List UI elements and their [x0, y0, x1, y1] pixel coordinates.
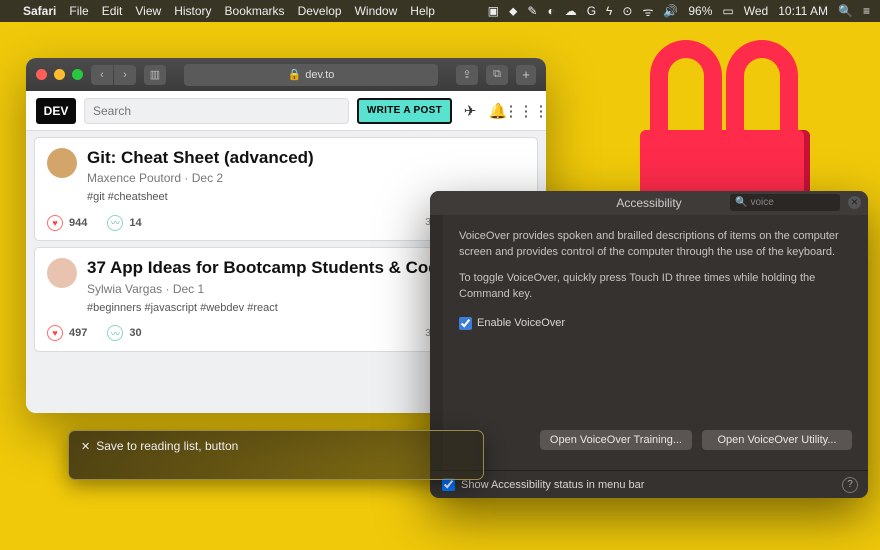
unicorn-icon[interactable]: 〰 — [107, 325, 123, 341]
post-byline: Maxence Poutord · Dec 2 — [87, 171, 525, 185]
open-training-button[interactable]: Open VoiceOver Training... — [540, 430, 692, 450]
clear-search-icon[interactable]: ✕ — [848, 196, 861, 209]
unicorn-count: 30 — [129, 327, 141, 339]
voiceover-description: VoiceOver provides spoken and brailled d… — [459, 229, 852, 261]
devto-logo[interactable]: DEV — [36, 98, 76, 124]
prefs-search[interactable]: 🔍voice — [730, 194, 840, 211]
lock-icon: 🔒 — [288, 68, 302, 81]
cloud-icon[interactable]: ☁ — [565, 4, 577, 18]
connect-icon[interactable]: ✈ — [460, 101, 480, 121]
window-title: Accessibility — [616, 196, 681, 210]
s-icon[interactable]: ϟ — [606, 4, 612, 18]
heart-count: 497 — [69, 327, 87, 339]
unicorn-count: 14 — [129, 217, 141, 229]
accessibility-titlebar: Accessibility 🔍voice ✕ — [430, 191, 868, 215]
devto-header: DEV WRITE A POST ✈ 🔔 ⋮⋮⋮ — [26, 91, 546, 131]
address-bar[interactable]: 🔒 dev.to — [184, 64, 438, 86]
help-button[interactable]: ? — [842, 477, 858, 493]
battery-icon[interactable]: ▭ — [722, 4, 733, 18]
open-utility-button[interactable]: Open VoiceOver Utility... — [702, 430, 852, 450]
sidebar-button[interactable]: ▥ — [144, 65, 166, 85]
menu-window[interactable]: Window — [355, 4, 398, 18]
heart-icon[interactable]: ♥ — [47, 215, 63, 231]
unicorn-icon[interactable]: 〰 — [107, 215, 123, 231]
share-button[interactable]: ⇪ — [456, 65, 478, 85]
safari-toolbar: ‹ › ▥ 🔒 dev.to ⇪ ⧉ + — [26, 58, 546, 91]
write-post-button[interactable]: WRITE A POST — [357, 98, 452, 124]
accessibility-footer: Show Accessibility status in menu bar ? — [430, 470, 868, 498]
menu-bookmarks[interactable]: Bookmarks — [225, 4, 285, 18]
voiceover-caption-panel: ✕ Save to reading list, button — [68, 430, 484, 480]
back-button[interactable]: ‹ — [91, 65, 113, 85]
menu-develop[interactable]: Develop — [298, 4, 342, 18]
voiceover-caption-text: Save to reading list, button — [96, 439, 238, 453]
window-controls — [36, 69, 83, 80]
menu-grid-icon[interactable]: ⋮⋮⋮ — [516, 101, 536, 121]
menu-help[interactable]: Help — [410, 4, 435, 18]
close-icon[interactable]: ✕ — [81, 440, 90, 453]
menu-edit[interactable]: Edit — [102, 4, 123, 18]
search-input[interactable] — [84, 98, 349, 124]
minimize-button[interactable] — [54, 69, 65, 80]
desktop-decoration — [640, 20, 820, 220]
clock-day[interactable]: Wed — [744, 4, 768, 18]
zoom-button[interactable] — [72, 69, 83, 80]
macos-menubar: Safari File Edit View History Bookmarks … — [0, 0, 880, 22]
show-status-label: Show Accessibility status in menu bar — [461, 479, 644, 491]
menu-file[interactable]: File — [69, 4, 88, 18]
new-tab-button[interactable]: + — [516, 65, 536, 85]
menubar-status: ▣ ⬥ ✎ ◐ ☁ G ϟ ⊙ ᯤ 🔊 96% ▭ Wed 10:11 AM 🔍… — [488, 3, 870, 20]
accessibility-status-icon[interactable]: ⊙ — [622, 4, 632, 18]
tabs-button[interactable]: ⧉ — [486, 65, 508, 85]
heart-icon[interactable]: ♥ — [47, 325, 63, 341]
circle-icon[interactable]: ◐ — [547, 4, 554, 18]
evernote-icon[interactable]: ✎ — [527, 4, 537, 18]
clock-time[interactable]: 10:11 AM — [778, 4, 828, 18]
heart-count: 944 — [69, 217, 87, 229]
status-icon[interactable]: ▣ — [488, 4, 499, 18]
notification-icon[interactable]: ≡ — [863, 4, 870, 18]
spotlight-icon[interactable]: 🔍 — [838, 4, 853, 18]
post-title[interactable]: Git: Cheat Sheet (advanced) — [87, 148, 525, 168]
battery-percent[interactable]: 96% — [688, 4, 712, 18]
accessibility-window: Accessibility 🔍voice ✕ VoiceOver provide… — [430, 191, 868, 498]
app-name[interactable]: Safari — [23, 4, 56, 18]
close-button[interactable] — [36, 69, 47, 80]
forward-button[interactable]: › — [114, 65, 136, 85]
search-icon: 🔍 — [735, 197, 747, 208]
wifi-icon[interactable]: ᯤ — [642, 3, 653, 20]
volume-icon[interactable]: 🔊 — [663, 4, 678, 18]
url-host: dev.to — [305, 69, 334, 81]
status-icon[interactable]: ⬥ — [509, 4, 517, 19]
g-icon[interactable]: G — [587, 4, 596, 18]
enable-voiceover-checkbox[interactable]: Enable VoiceOver — [459, 317, 852, 330]
voiceover-toggle-hint: To toggle VoiceOver, quickly press Touch… — [459, 271, 852, 303]
menu-view[interactable]: View — [135, 4, 161, 18]
enable-voiceover-input[interactable] — [459, 317, 472, 330]
avatar[interactable] — [47, 258, 77, 288]
menu-history[interactable]: History — [174, 4, 211, 18]
avatar[interactable] — [47, 148, 77, 178]
